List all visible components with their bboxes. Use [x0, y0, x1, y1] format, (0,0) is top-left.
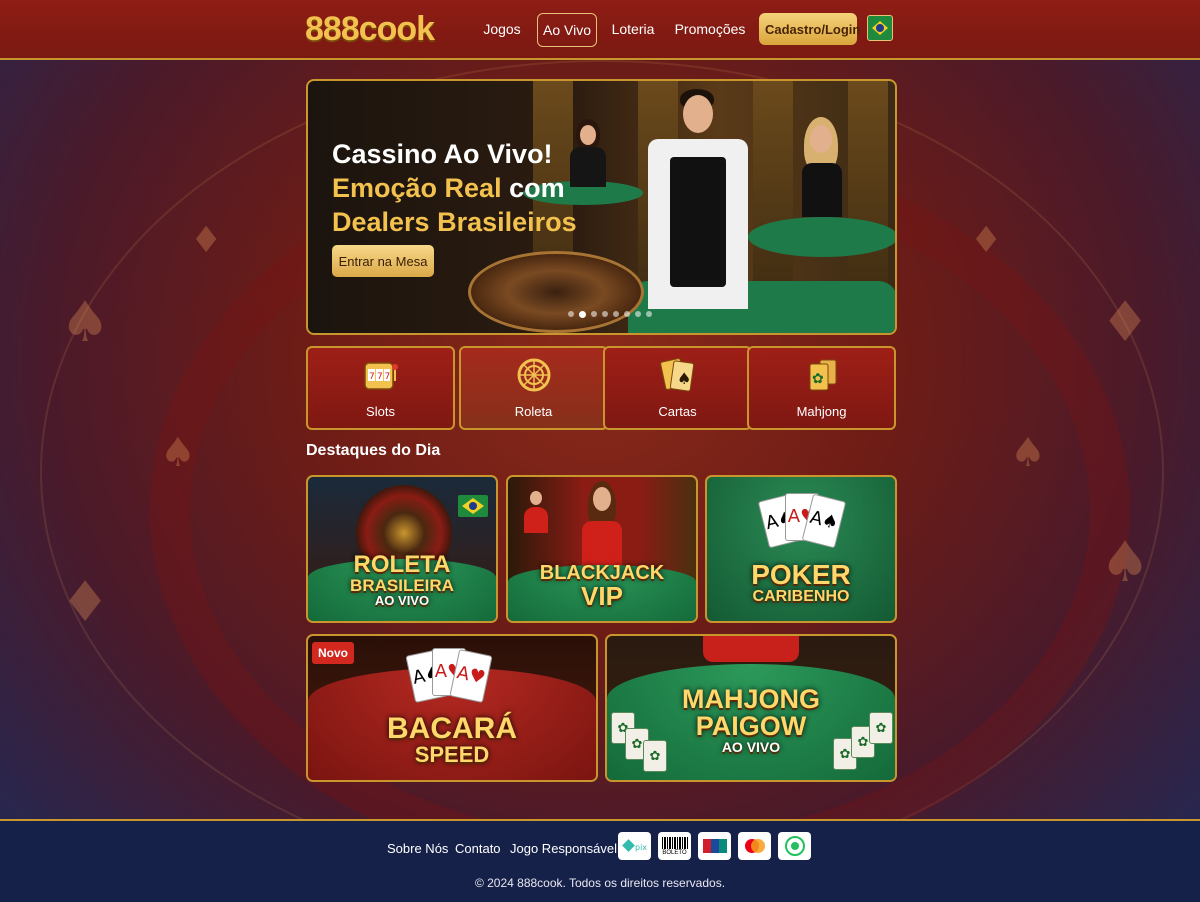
svg-text:✿: ✿ — [812, 371, 824, 387]
carousel-dot[interactable] — [568, 311, 574, 317]
brazil-flag-icon[interactable] — [867, 15, 893, 41]
hero-title: Cassino Ao Vivo! Emoção Real com Dealers… — [332, 137, 577, 239]
footer-link-responsible-gaming[interactable]: Jogo Responsável — [510, 841, 617, 856]
new-badge: Novo — [312, 642, 354, 664]
svg-text:♠: ♠ — [677, 369, 691, 388]
picpay-icon — [778, 832, 811, 860]
game-title: MAHJONG PAIGOW AO VIVO — [607, 684, 895, 755]
spade-decoration-icon: ♠ — [60, 290, 111, 355]
slot-machine-icon: 7 7 7 — [308, 354, 453, 396]
boleto-icon: BOLETO — [658, 832, 691, 860]
game-title-line1: POKER — [751, 559, 851, 590]
category-label: Cartas — [658, 404, 697, 419]
game-card-bacara-speed[interactable]: A♠ A♥ A♥ Novo BACARÁ SPEED — [306, 634, 598, 782]
carousel-dot[interactable] — [602, 311, 608, 317]
boleto-label: BOLETO — [662, 849, 687, 856]
top-navigation-bar: 888cook Jogos Ao Vivo Loteria Promoções … — [0, 0, 1200, 60]
roulette-wheel-icon — [461, 354, 606, 396]
nav-jogos[interactable]: Jogos — [480, 13, 524, 45]
carousel-dot[interactable] — [613, 311, 619, 317]
footer-link-about[interactable]: Sobre Nós — [387, 841, 448, 856]
svg-text:7: 7 — [384, 372, 390, 382]
category-label: Slots — [366, 404, 395, 419]
game-title-line3: AO VIVO — [721, 739, 781, 755]
game-title-line2: VIP — [581, 581, 623, 611]
svg-text:pix: pix — [635, 843, 647, 852]
brazil-flag-icon — [458, 495, 488, 517]
site-logo[interactable]: 888cook — [305, 10, 435, 49]
carousel-dot[interactable] — [635, 311, 641, 317]
game-title: BACARÁ SPEED — [308, 714, 596, 766]
nav-ao-vivo[interactable]: Ao Vivo — [537, 13, 597, 47]
diamond-decoration-icon: ♦ — [60, 570, 111, 635]
hero-title-connector: com — [509, 173, 565, 203]
site-footer: Sobre Nós Contato Jogo Responsável pix B… — [0, 819, 1200, 902]
category-cartas[interactable]: ♠ Cartas — [603, 346, 752, 430]
section-title-highlights: Destaques do Dia — [306, 442, 441, 459]
carousel-dot[interactable] — [646, 311, 652, 317]
game-card-poker-caribenho[interactable]: A♠ A♥ A♠ POKER CARIBENHO — [705, 475, 897, 623]
nav-promocoes[interactable]: Promoções — [674, 13, 746, 45]
spade-decoration-icon: ♠ — [1010, 430, 1046, 476]
carousel-dot[interactable] — [591, 311, 597, 317]
game-title-line2: BRASILEIRA — [350, 576, 454, 595]
pix-icon: pix — [618, 832, 651, 860]
carousel-dot-active[interactable] — [579, 310, 586, 318]
carousel-pagination — [568, 310, 652, 318]
game-title-line1: MAHJONG — [681, 684, 820, 714]
mahjong-tile-icon: ✿ — [749, 354, 894, 396]
game-card-mahjong-paigow[interactable]: ✿ ✿ ✿ ✿ ✿ ✿ MAHJONG PAIGOW AO VIVO — [605, 634, 897, 782]
game-title-line1: ROLETA — [353, 551, 451, 578]
game-card-roleta-brasileira[interactable]: ROLETA BRASILEIRA AO VIVO — [306, 475, 498, 623]
carousel-dot[interactable] — [624, 311, 630, 317]
category-roleta[interactable]: Roleta — [459, 346, 608, 430]
hero-banner[interactable]: Cassino Ao Vivo! Emoção Real com Dealers… — [306, 79, 897, 335]
unionpay-icon — [698, 832, 731, 860]
diamond-decoration-icon: ♦ — [190, 220, 223, 261]
game-title-line2: PAIGOW — [695, 711, 807, 741]
game-title-line2: CARIBENHO — [752, 588, 850, 605]
copyright-text: © 2024 888cook. Todos os direitos reserv… — [474, 876, 726, 890]
login-signup-button[interactable]: Cadastro/Login — [759, 13, 860, 45]
game-title-line3: AO VIVO — [374, 593, 430, 608]
category-label: Roleta — [514, 404, 553, 419]
game-card-blackjack-vip[interactable]: BLACKJACK VIP — [506, 475, 698, 623]
game-title: ROLETA BRASILEIRA AO VIVO — [308, 551, 496, 608]
svg-text:7: 7 — [377, 372, 383, 382]
spade-decoration-icon: ♠ — [1100, 530, 1151, 595]
category-slots[interactable]: 7 7 7 Slots — [306, 346, 455, 430]
enter-table-button[interactable]: Entrar na Mesa — [332, 245, 434, 277]
hero-title-highlight: Emoção Real — [332, 173, 502, 203]
dealer-hands — [703, 636, 799, 662]
nav-loteria[interactable]: Loteria — [610, 13, 656, 45]
game-title: BLACKJACK VIP — [508, 563, 696, 609]
category-mahjong[interactable]: ✿ Mahjong — [747, 346, 896, 430]
category-label: Mahjong — [796, 404, 847, 419]
game-title: POKER CARIBENHO — [707, 561, 895, 605]
spade-decoration-icon: ♠ — [160, 430, 196, 476]
hero-title-line3: Dealers Brasileiros — [332, 207, 577, 237]
playing-cards-icon: ♠ — [605, 354, 750, 396]
roulette-wheel — [468, 251, 644, 333]
hero-title-line1: Cassino Ao Vivo! — [332, 139, 553, 169]
game-title-line2: SPEED — [414, 742, 490, 767]
diamond-decoration-icon: ♦ — [970, 220, 1003, 261]
footer-link-contact[interactable]: Contato — [455, 841, 501, 856]
mastercard-icon — [738, 832, 771, 860]
svg-text:7: 7 — [369, 372, 375, 382]
game-title-line1: BACARÁ — [387, 712, 517, 745]
diamond-decoration-icon: ♦ — [1100, 290, 1151, 355]
